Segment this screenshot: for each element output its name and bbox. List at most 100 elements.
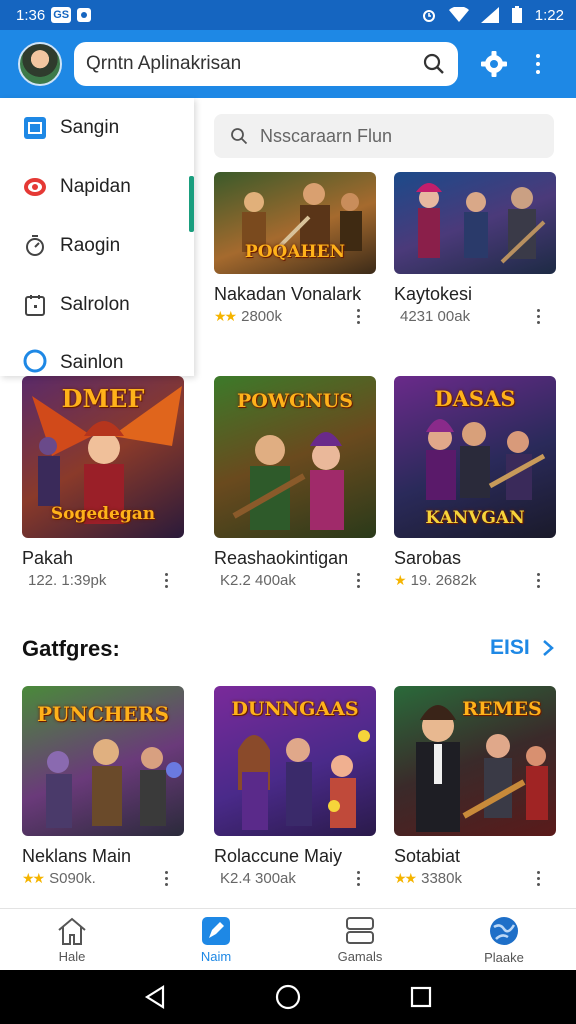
home-icon [58, 917, 86, 945]
app-art-title: REMES [462, 698, 542, 720]
app-title: Reashaokintigan [214, 548, 349, 568]
rating-stars: ★ [394, 572, 406, 588]
battery-icon [511, 6, 522, 23]
app-thumbnail[interactable] [394, 172, 556, 274]
app-title: Sarobas [394, 548, 462, 568]
screen: 1:36 GS 1:22 Qrntn Aplinakrisan Nsscaraa… [0, 0, 576, 1024]
more-vert-icon[interactable] [357, 871, 360, 886]
app-thumbnail[interactable]: PUNCHERS [22, 686, 184, 836]
app-card[interactable]: DMEF Sogedegan Pakah 122. 1:39pk [22, 376, 184, 589]
nav-item-naim[interactable]: Naim [144, 909, 288, 970]
overflow-menu-button[interactable] [534, 54, 542, 74]
app-size: 3380k [421, 870, 462, 887]
back-icon[interactable] [144, 985, 166, 1009]
app-art-title: KANVGAN [425, 508, 525, 528]
bottom-navigation: Hale Naim Gamals Plaake [0, 908, 576, 970]
app-title: Sotabiat [394, 846, 461, 866]
app-art-title: POWGNUS [236, 390, 354, 412]
app-card[interactable]: Kaytokesi 4231 00ak [394, 172, 556, 325]
app-art-title: DUNNGAAS [231, 698, 359, 720]
app-thumbnail[interactable]: DMEF Sogedegan [22, 376, 184, 538]
drawer-item-salrolon[interactable]: Salrolon [0, 275, 194, 334]
status-badge: GS [51, 7, 72, 23]
app-card[interactable]: PUNCHERS Neklans Main ★★ S090k. [22, 686, 184, 887]
secondary-search-placeholder: Nsscaraarn Flun [260, 125, 393, 146]
alarm-icon [422, 10, 435, 22]
more-vert-icon[interactable] [537, 573, 540, 588]
app-title: Rolaccune Maiy [214, 846, 343, 866]
app-card[interactable]: POQAHEN Nakadan Vonalark ★★ 2800k [214, 172, 376, 325]
search-input[interactable]: Qrntn Aplinakrisan [74, 42, 458, 86]
calendar-icon [22, 292, 48, 318]
rating-stars: ★★ [214, 308, 237, 324]
app-art-badge: DASAS [434, 386, 516, 411]
app-size: 19. 2682k [410, 572, 477, 589]
app-thumbnail[interactable]: REMES [394, 686, 556, 836]
wifi-icon [448, 7, 469, 22]
app-thumbnail[interactable]: POQAHEN [214, 172, 376, 274]
drawer-scrollbar[interactable] [189, 176, 194, 232]
app-size: 4231 00ak [400, 308, 471, 325]
app-art-title: Sogedegan [50, 504, 156, 524]
app-thumbnail[interactable]: DASAS KANVGAN [394, 376, 556, 538]
warriors-illustration [416, 183, 546, 264]
see-all-link[interactable]: EISI [490, 636, 554, 660]
recents-icon[interactable] [410, 986, 432, 1008]
drawer-item-label: Raogin [60, 234, 121, 256]
app-meta: 4231 00ak [394, 308, 556, 325]
navigation-drawer: Sangin Napidan Raogin Salrolon Sainlon [0, 98, 194, 376]
home-circle-icon[interactable] [275, 984, 301, 1010]
app-thumbnail[interactable]: POWGNUS [214, 376, 376, 538]
square-icon [22, 115, 48, 141]
search-icon [231, 128, 248, 145]
search-text: Qrntn Aplinakrisan [86, 53, 242, 74]
app-card[interactable]: POWGNUS Reashaokintigan K2.2 400ak [214, 376, 376, 589]
status-clock: 1:22 [534, 6, 564, 24]
app-card[interactable]: DASAS KANVGAN Sarobas ★ 19. 2682k [394, 376, 556, 589]
app-size: 122. 1:39pk [28, 572, 107, 589]
drawer-item-raogin[interactable]: Raogin [0, 216, 194, 275]
more-vert-icon[interactable] [537, 309, 540, 324]
system-navigation-bar [0, 970, 576, 1024]
app-meta: 122. 1:39pk [22, 572, 184, 589]
drawer-item-sainlon[interactable]: Sainlon [0, 334, 194, 374]
app-card[interactable]: DUNNGAAS Rolaccune Maiy K2.4 300ak [214, 686, 376, 887]
app-title: Nakadan Vonalark [214, 284, 362, 304]
signal-icon [480, 7, 499, 23]
app-size: S090k. [49, 870, 96, 887]
more-vert-icon[interactable] [165, 573, 168, 588]
app-size: K2.2 400ak [220, 572, 296, 589]
app-title: Pakah [22, 548, 74, 568]
more-vert-icon[interactable] [357, 309, 360, 324]
app-art-badge: DMEF [61, 384, 145, 413]
nav-item-label: Hale [58, 948, 86, 964]
app-size: 2800k [241, 308, 282, 325]
app-card[interactable]: REMES Sotabiat ★★ 3380k [394, 686, 556, 887]
notification-icon [77, 8, 92, 22]
more-vert-icon[interactable] [165, 871, 168, 886]
pen-icon [202, 916, 230, 945]
gear-icon[interactable] [480, 50, 508, 78]
secondary-search-input[interactable]: Nsscaraarn Flun [214, 114, 554, 158]
more-vert-icon[interactable] [357, 573, 360, 588]
avatar[interactable] [18, 42, 62, 86]
app-meta: ★★ 2800k [214, 308, 376, 325]
status-time: 1:36 [16, 6, 46, 24]
nav-item-gamals[interactable]: Gamals [288, 909, 432, 970]
see-all-label: EISI [490, 636, 530, 659]
nav-item-hale[interactable]: Hale [0, 909, 144, 970]
app-meta: K2.2 400ak [214, 572, 376, 589]
nav-item-label: Naim [200, 948, 232, 964]
app-thumbnail[interactable]: DUNNGAAS [214, 686, 376, 836]
nav-item-plaake[interactable]: Plaake [432, 909, 576, 970]
nav-item-label: Plaake [484, 949, 524, 965]
search-icon[interactable] [422, 52, 446, 76]
drawer-item-label: Sainlon [60, 352, 124, 373]
app-meta: ★★ S090k. [22, 870, 184, 887]
rating-stars: ★★ [22, 870, 45, 886]
more-vert-icon[interactable] [537, 871, 540, 886]
status-bar: 1:36 GS 1:22 [0, 0, 576, 30]
drawer-item-napidan[interactable]: Napidan [0, 157, 194, 216]
drawer-item-sangin[interactable]: Sangin [0, 98, 194, 157]
app-art-title: PUNCHERS [37, 702, 169, 726]
